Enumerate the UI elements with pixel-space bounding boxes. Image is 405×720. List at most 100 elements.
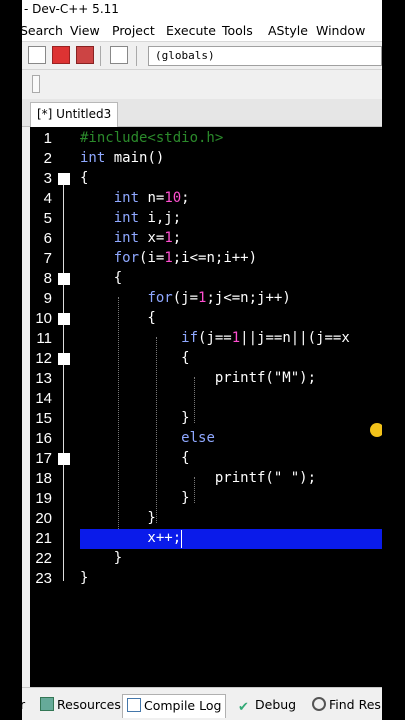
line-number: 15 [35, 410, 52, 427]
code-line[interactable]: 20 } [30, 509, 382, 529]
line-number: 6 [43, 230, 52, 247]
code-text: if(j==1||j==n||(j==x [181, 330, 350, 346]
tab-compile-log[interactable]: Compile Log [122, 694, 227, 718]
code-text: int i,j; [113, 210, 182, 226]
menu-view[interactable]: View [70, 23, 100, 38]
line-number: 14 [35, 390, 52, 407]
fold-toggle-icon[interactable] [58, 173, 70, 185]
scope-selector[interactable]: (globals) [148, 46, 382, 66]
code-line[interactable]: 18 printf(" "); [30, 469, 382, 489]
compile-log-icon [127, 698, 141, 712]
code-text: int x=1; [113, 230, 182, 246]
line-number: 4 [43, 190, 52, 207]
code-line[interactable]: 17 { [30, 449, 382, 469]
fold-toggle-icon[interactable] [58, 313, 70, 325]
line-number: 7 [43, 250, 52, 267]
tab-compile-log-label: Compile Log [144, 698, 222, 713]
code-text: } [80, 490, 190, 506]
line-number: 17 [35, 450, 52, 467]
code-line[interactable]: 2 int main() [30, 149, 382, 169]
code-line[interactable]: 10 { [30, 309, 382, 329]
fold-toggle-icon[interactable] [58, 353, 70, 365]
code-line[interactable]: 1 #include<stdio.h> [30, 129, 382, 149]
code-text: printf(" "); [80, 470, 317, 486]
code-line[interactable]: 21 x++; [30, 529, 382, 549]
new-file-icon[interactable] [28, 46, 46, 64]
code-line[interactable]: 19 } [30, 489, 382, 509]
editor-tab-bar: [*] Untitled3 [22, 99, 382, 127]
close-all-icon[interactable] [76, 46, 94, 64]
resources-icon [40, 697, 54, 711]
tab-debug[interactable]: ✔ Debug [234, 694, 300, 718]
line-number: 11 [36, 330, 52, 347]
line-number: 2 [43, 150, 52, 167]
menu-bar: Search View Project Execute Tools AStyle… [22, 20, 382, 42]
menu-project[interactable]: Project [112, 23, 155, 38]
toolbar: (globals) [22, 42, 382, 70]
toolbar-handle[interactable] [32, 75, 40, 93]
close-file-icon[interactable] [52, 46, 70, 64]
secondary-toolbar [22, 71, 382, 99]
line-number: 18 [35, 470, 52, 487]
fold-toggle-icon[interactable] [58, 273, 70, 285]
code-text: else [181, 430, 215, 446]
window-title: - Dev-C++ 5.11 [24, 2, 119, 16]
code-text: { [80, 350, 190, 366]
toolbar-separator [136, 46, 137, 66]
code-line[interactable]: 3{ [30, 169, 382, 189]
menu-tools[interactable]: Tools [222, 23, 253, 38]
dev-cpp-window: - Dev-C++ 5.11 Search View Project Execu… [22, 0, 382, 720]
menu-window[interactable]: Window [316, 23, 365, 38]
code-text: } [80, 410, 190, 426]
code-line[interactable]: 9 for(j=1;j<=n;j++) [30, 289, 382, 309]
line-number: 16 [35, 430, 52, 447]
code-line[interactable]: 7 for(i=1;i<=n;i++) [30, 249, 382, 269]
find-results-icon [312, 697, 326, 711]
code-line[interactable]: 4 int n=10; [30, 189, 382, 209]
line-number: 1 [43, 130, 52, 147]
line-number: 22 [35, 550, 52, 567]
code-text: #include<stdio.h> [80, 130, 224, 146]
code-line[interactable]: 12 { [30, 349, 382, 369]
debug-icon: ✔ [238, 700, 249, 715]
code-text: x++; [80, 530, 182, 546]
tab-find-results[interactable]: Find Res [308, 694, 382, 718]
code-text: { [80, 270, 123, 286]
code-text: int n=10; [113, 190, 190, 206]
code-line[interactable]: 8 { [30, 269, 382, 289]
code-text: int main() [80, 150, 165, 166]
line-number: 10 [35, 310, 52, 327]
code-text: { [80, 450, 190, 466]
toolbar-separator [100, 46, 101, 66]
line-number: 20 [35, 510, 52, 527]
line-number: 13 [35, 370, 52, 387]
code-text: printf("M"); [80, 370, 317, 386]
code-line[interactable]: 5 int i,j; [30, 209, 382, 229]
menu-execute[interactable]: Execute [166, 23, 216, 38]
tab-find-results-label: Find Res [329, 697, 381, 712]
line-number: 12 [35, 350, 52, 367]
fold-toggle-icon[interactable] [58, 453, 70, 465]
code-line[interactable]: 13 printf("M"); [30, 369, 382, 389]
code-editor[interactable]: 1 #include<stdio.h> 2 int main() 3{4 int n=1… [30, 127, 382, 687]
code-line[interactable]: 11 if(j==1||j==n||(j==x [30, 329, 382, 349]
line-number: 5 [43, 210, 52, 227]
code-line[interactable]: 23} [30, 569, 382, 589]
code-line[interactable]: 6 int x=1; [30, 229, 382, 249]
menu-astyle[interactable]: AStyle [268, 23, 308, 38]
code-line[interactable]: 14 [30, 389, 382, 409]
bottom-panel-tabs: r Resources Compile Log ✔ Debug Find Res [22, 687, 382, 720]
menu-search[interactable]: Search [22, 23, 63, 38]
tab-truncated[interactable]: r [22, 694, 29, 718]
code-line[interactable]: 16 else [30, 429, 382, 449]
tab-untitled3[interactable]: [*] Untitled3 [30, 102, 119, 127]
code-text: } [80, 570, 89, 586]
line-number: 19 [35, 490, 52, 507]
code-line[interactable]: 15 } [30, 409, 382, 429]
print-icon[interactable] [110, 46, 128, 64]
code-line[interactable]: 22 } [30, 549, 382, 569]
tab-resources[interactable]: Resources [36, 694, 125, 718]
line-number: 3 [43, 170, 52, 187]
line-number: 21 [35, 530, 52, 547]
code-text: } [80, 510, 156, 526]
